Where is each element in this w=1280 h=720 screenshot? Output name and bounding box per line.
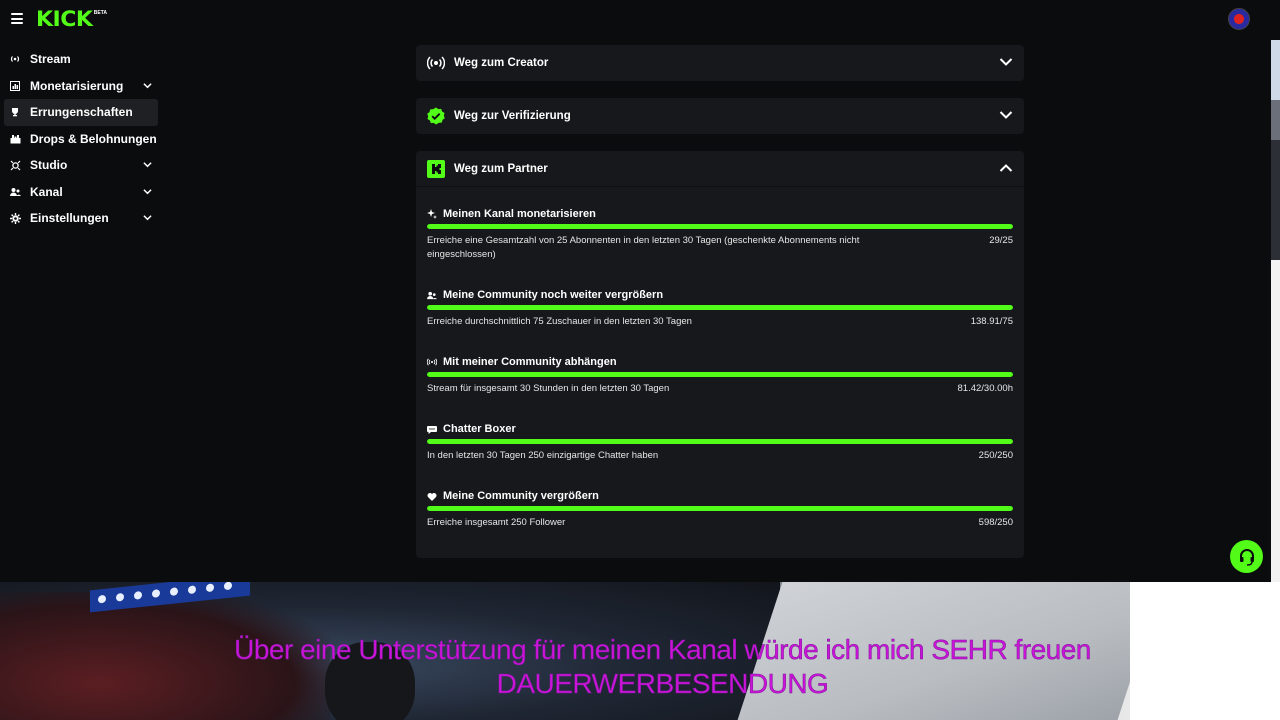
achievement-community-grow: Meine Community vergrößern Erreiche insg… — [427, 488, 1013, 528]
broadcast-icon — [9, 53, 21, 65]
overlay-text-line1: Über eine Unterstützung für meinen Kanal… — [234, 634, 1092, 666]
achievement-description: Stream für insgesamt 30 Stunden in den l… — [427, 383, 670, 394]
progress-fill — [427, 506, 1013, 511]
sidebar-item-stream[interactable]: Stream — [4, 46, 158, 73]
overlay-text-line2: DAUERWERBESENDUNG — [496, 668, 829, 700]
achievement-description: Erreiche eine Gesamtzahl von 25 Abonnent… — [427, 235, 860, 260]
accordion-header[interactable]: Weg zum Partner — [416, 151, 1024, 187]
chevron-down-icon[interactable] — [143, 81, 152, 90]
gear-icon — [9, 212, 21, 224]
accordion-partner: Weg zum Partner Meinen Kanal monetarisie… — [416, 151, 1024, 558]
support-button[interactable] — [1230, 540, 1263, 573]
heart-icon — [427, 491, 437, 501]
accordion-verifizierung: Weg zur Verifizierung — [416, 98, 1024, 134]
achievement-monetize: Meinen Kanal monetarisieren Erreiche ein… — [427, 206, 1013, 260]
achievement-community-grow-more: Meine Community noch weiter vergrößern E… — [427, 287, 1013, 327]
achievement-description: Erreiche insgesamt 250 Follower — [427, 517, 566, 528]
hamburger-menu-icon[interactable] — [11, 13, 23, 24]
achievement-title: Meine Community noch weiter vergrößern — [443, 289, 664, 301]
sidebar-item-label: Errungenschaften — [30, 105, 133, 120]
sparkle-icon — [427, 209, 437, 219]
progress-fill — [427, 305, 1013, 310]
achievement-title: Chatter Boxer — [443, 423, 516, 435]
users-icon — [9, 186, 21, 198]
users-icon — [427, 290, 437, 300]
accordion-creator: Weg zum Creator — [416, 45, 1024, 81]
broadcast-icon — [427, 54, 445, 72]
top-bar: KICK BETA — [0, 0, 1271, 40]
logo-text: KICK — [36, 7, 93, 31]
headset-icon — [1239, 548, 1254, 566]
accordion-title: Weg zum Creator — [454, 57, 549, 69]
sidebar-item-studio[interactable]: Studio — [4, 152, 158, 179]
chevron-down-icon[interactable] — [143, 160, 152, 169]
achievement-title: Meinen Kanal monetarisieren — [443, 208, 596, 220]
trophy-icon — [9, 106, 21, 118]
sidebar-item-label: Studio — [30, 158, 68, 173]
kick-logo-icon — [427, 159, 445, 178]
progress-bar — [427, 224, 1013, 229]
chevron-down-icon[interactable] — [999, 57, 1013, 67]
progress-bar — [427, 372, 1013, 377]
kick-logo[interactable]: KICK BETA — [36, 8, 107, 30]
broadcast-icon — [427, 357, 437, 367]
sidebar-item-einstellungen[interactable]: Einstellungen — [4, 205, 158, 232]
achievement-chatter-boxer: Chatter Boxer In den letzten 30 Tagen 25… — [427, 421, 1013, 461]
achievement-value: 250/250 — [978, 450, 1013, 461]
achievement-title: Mit meiner Community abhängen — [443, 356, 617, 368]
chevron-up-icon[interactable] — [999, 163, 1013, 173]
background-edge — [1271, 0, 1280, 582]
chevron-down-icon[interactable] — [143, 187, 152, 196]
sidebar-item-label: Stream — [30, 52, 71, 67]
sidebar-item-label: Kanal — [30, 184, 63, 199]
accordion-header[interactable]: Weg zum Creator — [416, 45, 1024, 81]
accordion-title: Weg zur Verifizierung — [454, 110, 571, 122]
achievement-value: 29/25 — [989, 235, 1013, 246]
achievement-title: Meine Community vergrößern — [443, 490, 599, 502]
achievement-value: 598/250 — [978, 517, 1013, 528]
gift-icon — [9, 133, 21, 145]
progress-bar — [427, 506, 1013, 511]
chevron-down-icon[interactable] — [999, 110, 1013, 120]
chart-icon — [9, 80, 21, 92]
progress-fill — [427, 372, 1013, 377]
achievement-description: Erreiche durchschnittlich 75 Zuschauer i… — [427, 316, 692, 327]
achievement-hang-out: Mit meiner Community abhängen Stream für… — [427, 354, 1013, 394]
achievement-description: In den letzten 30 Tagen 250 einzigartige… — [427, 450, 659, 461]
user-avatar[interactable] — [1228, 8, 1250, 30]
chevron-down-icon[interactable] — [143, 213, 152, 222]
achievement-value: 81.42/30.00h — [957, 383, 1013, 394]
sidebar-item-kanal[interactable]: Kanal — [4, 179, 158, 206]
progress-bar — [427, 439, 1013, 444]
sidebar-item-monetarisierung[interactable]: Monetarisierung — [4, 73, 158, 100]
progress-bar — [427, 305, 1013, 310]
beta-badge: BETA — [93, 10, 108, 16]
accordion-header[interactable]: Weg zur Verifizierung — [416, 98, 1024, 134]
studio-icon — [9, 159, 21, 171]
sidebar-item-label: Monetarisierung — [30, 78, 124, 93]
sidebar-item-drops[interactable]: Drops & Belohnungen — [4, 126, 158, 153]
accordion-title: Weg zum Partner — [454, 162, 548, 175]
progress-fill — [427, 224, 1013, 229]
verified-badge-icon — [427, 107, 445, 125]
achievement-value: 138.91/75 — [970, 316, 1013, 327]
sidebar-item-errungenschaften[interactable]: Errungenschaften — [4, 99, 158, 126]
sidebar-item-label: Einstellungen — [30, 211, 109, 226]
chat-icon — [427, 424, 437, 434]
progress-fill — [427, 439, 1013, 444]
sidebar-item-label: Drops & Belohnungen — [30, 131, 157, 146]
sidebar: Stream Monetarisierung Errungenschaften … — [0, 46, 162, 232]
